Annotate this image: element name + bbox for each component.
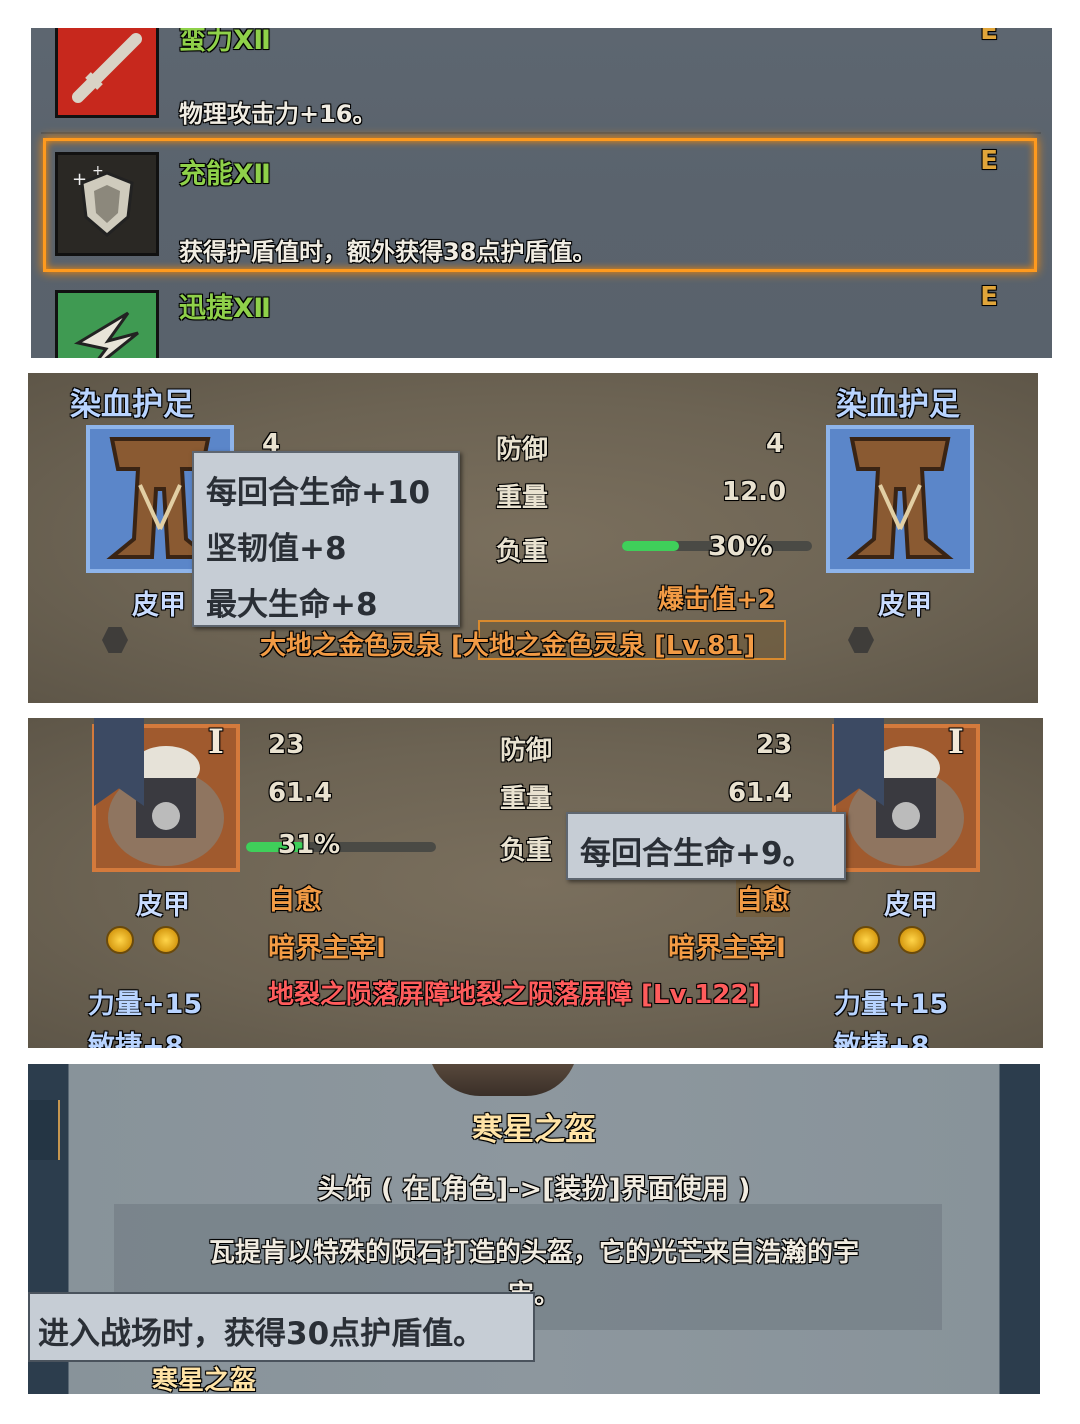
item-subtype: 头饰 ( 在[角色]->[装扮]界面使用 ) xyxy=(317,1174,751,1205)
crit-bonus: 爆击值+2 xyxy=(658,585,776,615)
armor-type-left: 皮甲 xyxy=(132,590,186,621)
skill-grade: E xyxy=(980,28,998,46)
title-right: 暗界主宰I xyxy=(668,933,787,964)
set-name: 地裂之陨落屏障地裂之陨落屏障 [Lv.122] xyxy=(268,980,761,1010)
skill-right: 自愈 xyxy=(736,878,790,917)
tooltip-line: 最大生命+8 xyxy=(206,587,378,623)
armor-type-left: 皮甲 xyxy=(136,890,190,921)
defense-value-left: 23 xyxy=(268,730,305,760)
divider xyxy=(41,132,1041,134)
gear-compare-panel-chest: I I 23 61.4 31% 防御 重量 负重 23 61.4 皮甲 皮甲 自… xyxy=(28,718,1043,1048)
tooltip-line: 每回合生命+9。 xyxy=(580,836,814,872)
load-percent: 30% xyxy=(708,531,773,562)
attr-left: 力量+15 xyxy=(88,989,203,1020)
skill-grade: E xyxy=(980,282,998,312)
tooltip-line: 进入战场时，获得30点护盾值。 xyxy=(38,1316,485,1352)
stat-label: 重量 xyxy=(496,483,549,513)
gear-compare-panel-legs: 染血护足 染血护足 皮甲 皮甲 4 防御 4 重量 12.0 负重 30% 爆击… xyxy=(28,373,1038,703)
sword-icon[interactable] xyxy=(55,28,159,118)
stat-label: 重量 xyxy=(500,784,553,814)
bonus-tooltip: 每回合生命+9。 xyxy=(566,812,846,880)
svg-text:+: + xyxy=(92,163,104,179)
skill-left: 自愈 xyxy=(268,885,322,916)
attr-right: 力量+15 xyxy=(834,989,949,1020)
bonus-tooltip: 每回合生命+10 坚韧值+8 最大生命+8 xyxy=(192,451,460,627)
item-name: 寒星之盔 xyxy=(472,1112,596,1148)
weight-value-right: 61.4 xyxy=(728,778,793,808)
stat-label: 负重 xyxy=(500,836,553,866)
weight-value-left: 61.4 xyxy=(268,778,333,808)
armor-type-right: 皮甲 xyxy=(878,590,932,621)
gem-socket-icon xyxy=(106,926,134,954)
socket-icon xyxy=(102,627,128,653)
gem-socket-icon xyxy=(898,926,926,954)
shield-charge-icon[interactable]: + + xyxy=(55,152,159,256)
stat-label: 防御 xyxy=(500,736,553,766)
stat-label: 负重 xyxy=(496,537,549,567)
load-bar-left xyxy=(246,842,436,852)
skill-name: 蛮力Ⅻ xyxy=(179,28,271,56)
tooltip-line: 每回合生命+10 xyxy=(206,475,431,511)
tier-mark: I xyxy=(208,722,224,762)
helmet-emblem-icon xyxy=(428,1064,578,1096)
swift-icon[interactable] xyxy=(55,290,159,358)
leg-armor-icon[interactable] xyxy=(826,425,974,573)
gem-socket-icon xyxy=(152,926,180,954)
load-percent-left: 31% xyxy=(278,830,341,860)
tier-mark: I xyxy=(948,722,964,762)
gem-socket-icon xyxy=(852,926,880,954)
skill-list-panel: 蛮力Ⅻ E 物理攻击力+16。 + + 充能Ⅻ E 获得护盾值时，额外获得38点护… xyxy=(31,28,1052,358)
set-name: 大地之金色灵泉 [大地之金色灵泉 [Lv.81] xyxy=(260,631,756,661)
attr-left: 敏捷+8 xyxy=(88,1031,184,1048)
tooltip-line: 坚韧值+8 xyxy=(206,531,347,567)
skill-name: 充能Ⅻ xyxy=(179,159,271,190)
effect-tooltip: 进入战场时，获得30点护盾值。 xyxy=(28,1292,535,1362)
attr-right: 敏捷+8 xyxy=(834,1031,930,1048)
armor-type-right: 皮甲 xyxy=(884,890,938,921)
skill-name: 迅捷Ⅻ xyxy=(179,293,271,324)
defense-value-right: 23 xyxy=(756,730,793,760)
item-detail-panel: 寒星之盔 头饰 ( 在[角色]->[装扮]界面使用 ) 瓦提肯以特殊的陨石打造的… xyxy=(28,1064,1040,1394)
title-left: 暗界主宰I xyxy=(268,933,387,964)
skill-grade: E xyxy=(980,146,998,176)
stat-value: 4 xyxy=(766,429,785,459)
skill-desc: 获得护盾值时，额外获得38点护盾值。 xyxy=(179,238,597,266)
stat-value: 12.0 xyxy=(722,477,787,507)
stat-label: 防御 xyxy=(496,435,549,465)
item-description: 瓦提肯以特殊的陨石打造的头盔，它的光芒来自浩瀚的宇 xyxy=(208,1238,859,1268)
item-title-right: 染血护足 xyxy=(836,387,960,423)
item-title-left: 染血护足 xyxy=(70,387,194,423)
item-footer-name: 寒星之盔 xyxy=(152,1366,257,1394)
socket-icon xyxy=(848,627,874,653)
skill-desc: 物理攻击力+16。 xyxy=(179,100,377,128)
svg-text:+: + xyxy=(72,169,87,190)
